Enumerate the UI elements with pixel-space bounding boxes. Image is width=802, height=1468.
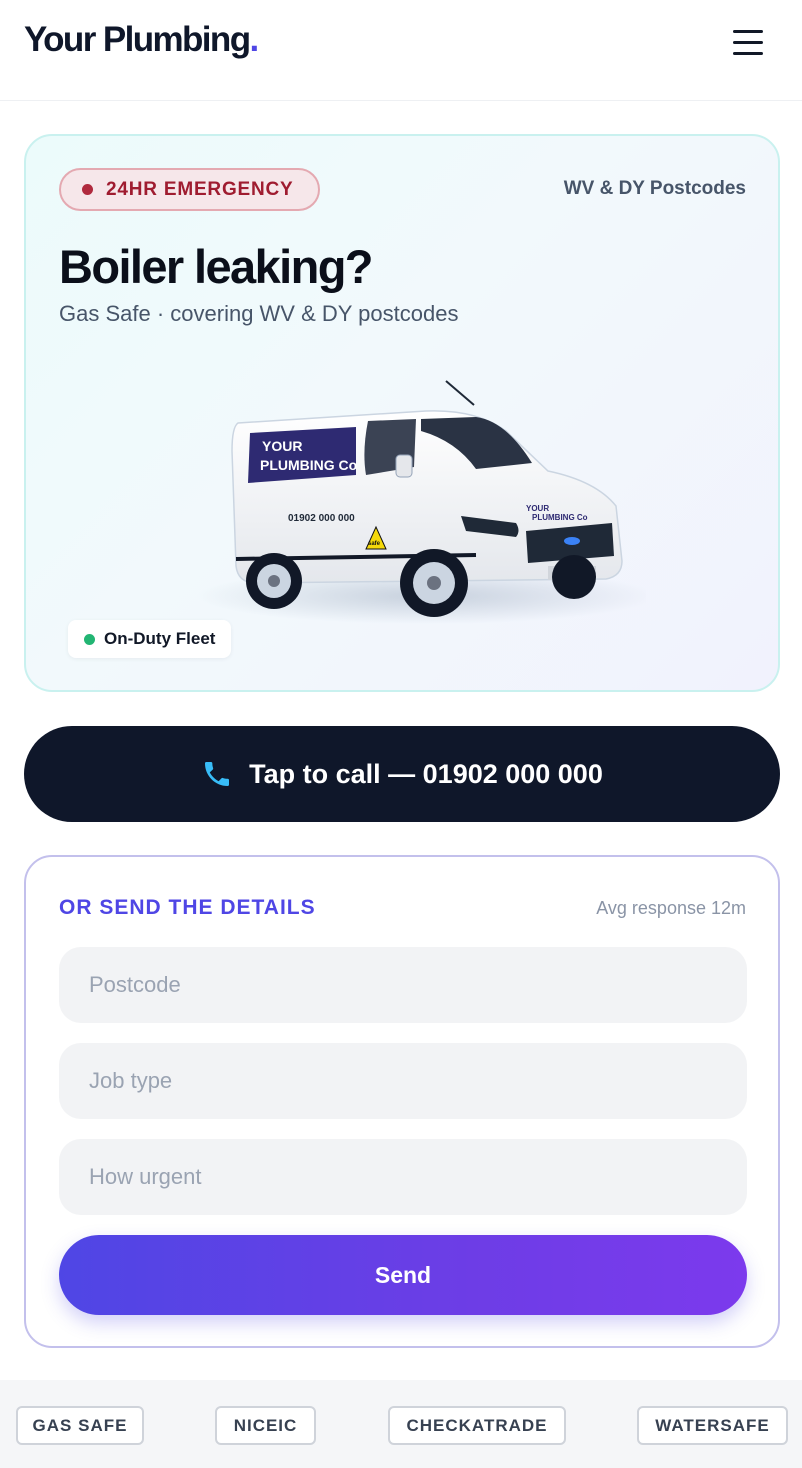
avg-response-label: Avg response 12m	[596, 898, 746, 918]
van-gas-safe: safe	[368, 541, 381, 547]
svg-text:YOUR: YOUR	[526, 504, 549, 513]
hamburger-menu-icon[interactable]	[726, 22, 770, 62]
hero-card: 24HR EMERGENCY WV & DY Postcodes Boiler …	[24, 134, 780, 692]
emergency-dot-icon	[82, 184, 93, 195]
watersafe-badge: WATERSAFE	[637, 1406, 788, 1445]
svg-text:PLUMBING Co: PLUMBING Co	[532, 513, 588, 522]
site-header: Your Plumbing.	[0, 0, 802, 101]
fleet-status-tag: On-Duty Fleet	[68, 620, 232, 658]
hero-title: Boiler leaking?	[59, 240, 374, 293]
accreditation-strip: GAS SAFE NICEIC CHECKATRADE WATERSAFE	[0, 1380, 802, 1468]
van-livery-line1: YOUR	[262, 438, 302, 454]
van-phone: 01902 000 000	[288, 513, 355, 524]
brand-name: Your Plumbing	[24, 20, 251, 59]
van-livery-line2: PLUMBING Co	[260, 457, 357, 473]
postcode-input[interactable]	[59, 947, 747, 1023]
details-form-card: OR SEND THE DETAILS Avg response 12m Sen…	[24, 855, 780, 1348]
checkatrade-badge: CHECKATRADE	[388, 1406, 566, 1445]
send-button[interactable]: Send	[59, 1235, 747, 1315]
coverage-label: WV & DY Postcodes	[563, 178, 746, 199]
call-button-label: Tap to call — 01902 000 000	[249, 758, 603, 789]
emergency-badge: 24HR EMERGENCY	[59, 168, 320, 211]
urgency-input[interactable]	[59, 1139, 747, 1215]
call-button[interactable]: Tap to call — 01902 000 000	[24, 726, 780, 822]
emergency-badge-label: 24HR EMERGENCY	[106, 178, 294, 200]
brand-logo[interactable]: Your Plumbing.	[24, 20, 259, 60]
van-image: YOUR PLUMBING Co 01902 000 000 safe YOUR…	[196, 380, 646, 624]
form-heading: OR SEND THE DETAILS	[59, 896, 316, 919]
niceic-badge: NICEIC	[215, 1406, 316, 1445]
phone-icon	[205, 762, 230, 786]
online-dot-icon	[84, 633, 95, 645]
job-type-input[interactable]	[59, 1043, 747, 1119]
fleet-status-label: On-Duty Fleet	[104, 629, 216, 648]
gas-safe-badge: GAS SAFE	[16, 1406, 144, 1445]
hero-subtitle: Gas Safe · covering WV & DY postcodes	[59, 301, 459, 326]
brand-dot: .	[249, 20, 259, 59]
